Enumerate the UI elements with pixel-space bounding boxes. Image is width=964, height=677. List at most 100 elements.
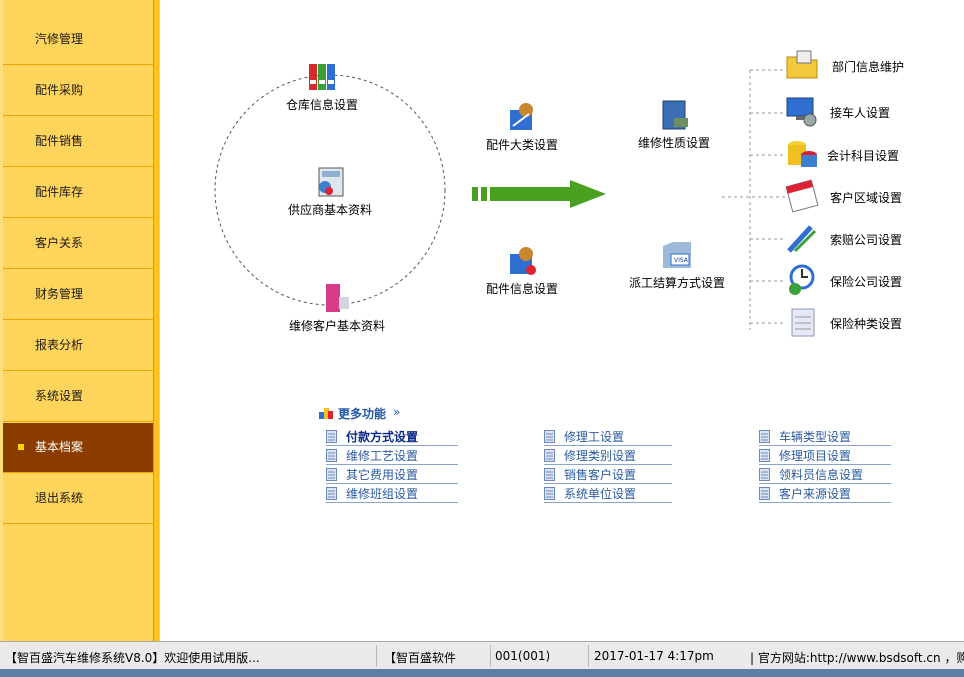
link-repair-category[interactable]: 修理类别设置 <box>544 446 672 465</box>
sidebar-item-label: 客户关系 <box>35 236 84 250</box>
sidebar-item-repair[interactable]: 汽修管理 <box>3 15 153 65</box>
link-customer-source[interactable]: 客户来源设置 <box>759 484 891 503</box>
node-label: 配件信息设置 <box>486 282 559 296</box>
link-label: 客户来源设置 <box>779 487 852 501</box>
link-label: 车辆类型设置 <box>779 430 852 444</box>
sidebar-item-inventory[interactable]: 配件库存 <box>3 168 153 218</box>
repair-nature-icon <box>662 100 688 130</box>
link-other-fees[interactable]: 其它费用设置 <box>326 465 458 484</box>
active-bullet-icon <box>18 444 24 450</box>
status-separator <box>376 645 377 667</box>
node-supplier[interactable]: 供应商基本资料 <box>288 165 372 218</box>
credit-card-icon: VISA <box>663 242 691 268</box>
node-settlement[interactable]: VISA 派工结算方式设置 <box>629 238 725 291</box>
sidebar-item-label: 财务管理 <box>35 287 84 301</box>
clock-dollar-icon <box>789 264 815 295</box>
node-parts-info[interactable]: 配件信息设置 <box>486 244 558 297</box>
sidebar-edge <box>153 0 159 641</box>
sidebar-item-sales[interactable]: 配件销售 <box>3 117 153 167</box>
link-label: 修理类别设置 <box>564 449 637 463</box>
status-company: 【智百盛软件 <box>384 651 457 665</box>
node-repair-nature[interactable]: 维修性质设置 <box>638 98 710 151</box>
green-arrow-icon <box>472 180 606 208</box>
calculator-icon <box>318 167 344 197</box>
link-label: 付款方式设置 <box>346 430 419 444</box>
parts-info-icon <box>510 247 536 275</box>
node-label: 配件大类设置 <box>486 138 559 152</box>
calendar-icon <box>785 179 819 213</box>
node-label: 派工结算方式设置 <box>629 276 726 290</box>
link-label: 维修工艺设置 <box>346 449 419 463</box>
sidebar-item-finance[interactable]: 财务管理 <box>3 270 153 320</box>
customer-book-icon <box>326 284 349 312</box>
sidebar-item-settings[interactable]: 系统设置 <box>3 372 153 422</box>
document-icon <box>759 468 770 481</box>
monitor-gear-icon <box>786 97 817 127</box>
sidebar-item-label: 汽修管理 <box>35 32 84 46</box>
sidebar-item-purchase[interactable]: 配件采购 <box>3 66 153 116</box>
link-sales-customer[interactable]: 销售客户设置 <box>544 465 672 484</box>
document-icon <box>326 430 337 443</box>
link-label: 系统单位设置 <box>564 487 637 501</box>
link-repair-item[interactable]: 修理项目设置 <box>759 446 891 465</box>
svg-text:VISA: VISA <box>674 257 689 264</box>
sidebar-item-basic-archive[interactable]: 基本档案 <box>3 423 153 473</box>
main-panel: 仓库信息设置 供应商基本资料 维修客户基本资料 配件大类设置 配件信息设置 维修… <box>160 0 964 641</box>
right-bracket <box>722 69 785 330</box>
sidebar-item-label: 配件库存 <box>35 185 84 199</box>
document-icon <box>759 449 770 462</box>
node-label: 保险公司设置 <box>830 275 903 289</box>
sidebar-item-label: 基本档案 <box>35 440 84 454</box>
claim-tools-icon <box>787 225 817 253</box>
link-vehicle-type[interactable]: 车辆类型设置 <box>759 427 891 446</box>
node-parts-category[interactable]: 配件大类设置 <box>486 100 558 153</box>
link-repair-process[interactable]: 维修工艺设置 <box>326 446 458 465</box>
status-bar: 【智百盛汽车维修系统V8.0】欢迎使用试用版... 【智百盛软件 001(001… <box>0 641 964 669</box>
node-warehouse[interactable]: 仓库信息设置 <box>286 60 358 113</box>
taskbar <box>0 669 964 677</box>
link-mechanic[interactable]: 修理工设置 <box>544 427 672 446</box>
parts-category-icon <box>510 103 533 130</box>
node-label: 维修客户基本资料 <box>289 319 386 333</box>
node-repair-customer[interactable]: 维修客户基本资料 <box>289 281 385 334</box>
link-system-unit[interactable]: 系统单位设置 <box>544 484 672 503</box>
node-label: 维修性质设置 <box>638 136 711 150</box>
sidebar-item-exit[interactable]: 退出系统 <box>3 474 153 524</box>
sidebar: 汽修管理 配件采购 配件销售 配件库存 客户关系 财务管理 报表分析 系统设置 … <box>0 0 160 641</box>
status-separator <box>588 645 589 667</box>
document-icon <box>326 449 337 462</box>
folder-icon <box>786 50 818 79</box>
status-datetime: 2017-01-17 4:17pm <box>594 649 714 663</box>
sidebar-item-label: 报表分析 <box>35 338 84 352</box>
link-label: 修理工设置 <box>564 430 625 444</box>
document-icon <box>326 468 337 481</box>
sidebar-item-crm[interactable]: 客户关系 <box>3 219 153 269</box>
node-label: 客户区域设置 <box>830 191 903 205</box>
sidebar-item-reports[interactable]: 报表分析 <box>3 321 153 371</box>
sidebar-item-label: 系统设置 <box>35 389 84 403</box>
status-separator <box>490 645 491 667</box>
binders-icon <box>309 64 335 90</box>
node-label: 会计科目设置 <box>827 149 900 163</box>
link-label: 领料员信息设置 <box>779 468 864 482</box>
link-label: 维修班组设置 <box>346 487 419 501</box>
link-label: 销售客户设置 <box>564 468 637 482</box>
document-icon <box>544 487 555 500</box>
link-label: 其它费用设置 <box>346 468 419 482</box>
node-label: 接车人设置 <box>830 106 891 120</box>
document-icon <box>326 487 337 500</box>
node-label: 供应商基本资料 <box>288 203 373 217</box>
double-chevron-icon: » <box>393 405 401 419</box>
link-picker-info[interactable]: 领料员信息设置 <box>759 465 891 484</box>
link-payment-method[interactable]: 付款方式设置 <box>326 427 458 446</box>
node-label: 索赔公司设置 <box>830 233 903 247</box>
node-label: 保险种类设置 <box>830 317 903 331</box>
document-icon <box>544 468 555 481</box>
status-user: 001(001) <box>495 649 551 663</box>
document-icon <box>544 449 555 462</box>
node-label: 仓库信息设置 <box>286 98 359 112</box>
document-icon <box>759 487 770 500</box>
status-website: | 官方网站:http://www.bsdsoft.cn ，购 <box>750 651 964 665</box>
link-repair-team[interactable]: 维修班组设置 <box>326 484 458 503</box>
document-icon <box>759 430 770 443</box>
